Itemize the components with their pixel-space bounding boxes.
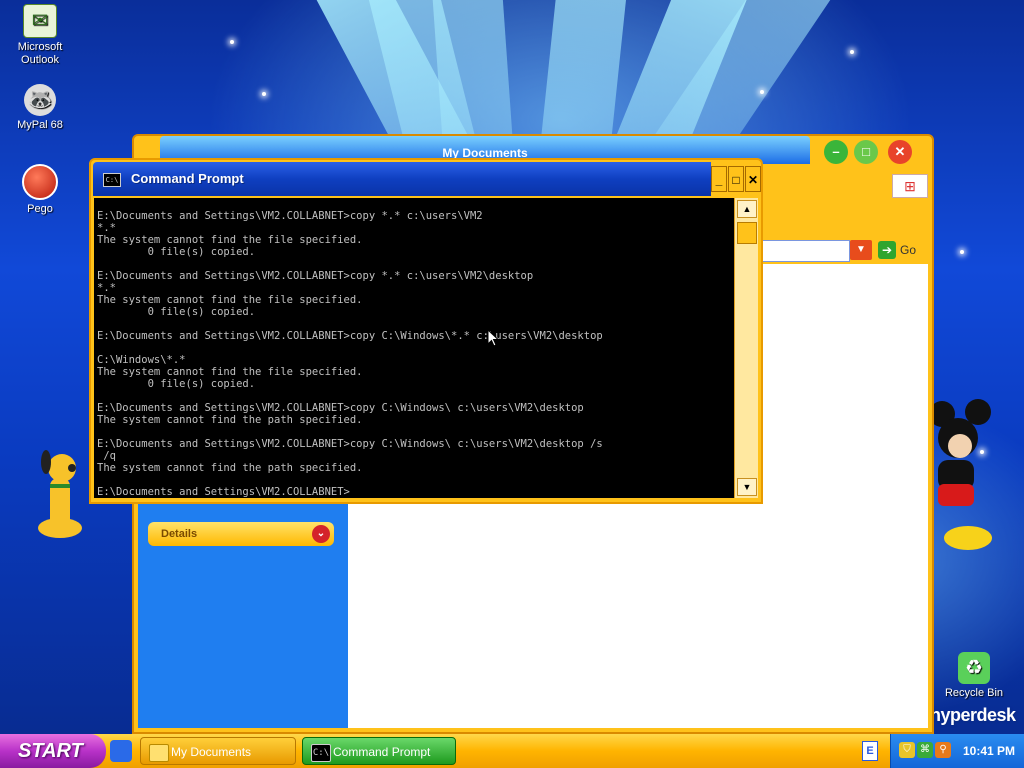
language-indicator[interactable]: E xyxy=(862,741,878,761)
close-button[interactable]: ✕ xyxy=(745,166,761,192)
pluto-character xyxy=(38,450,82,538)
console-line: E:\Documents and Settings\VM2.COLLABNET>… xyxy=(97,402,584,414)
system-tray: ⛉ ⌘ ⚲ 10:41 PM xyxy=(890,734,1024,768)
console-line: 0 file(s) copied. xyxy=(97,306,256,318)
taskbar: START My Documents C:\ Command Prompt E … xyxy=(0,734,1024,768)
search-icon[interactable]: ⚲ xyxy=(935,742,951,758)
start-button[interactable]: START xyxy=(0,734,106,768)
chevron-down-icon[interactable]: ⌄ xyxy=(312,525,330,543)
details-panel-header[interactable]: Details ⌄ xyxy=(148,522,334,546)
console-line: E:\Documents and Settings\VM2.COLLABNET> xyxy=(97,486,350,498)
go-arrow-icon: ➔ xyxy=(878,241,896,259)
console-line: 0 file(s) copied. xyxy=(97,246,256,258)
desktop-icon-recycle-bin[interactable]: ♻ Recycle Bin xyxy=(934,652,1014,700)
console-line: E:\Documents and Settings\VM2.COLLABNET>… xyxy=(97,330,603,342)
console-line: C:\Windows\*.* xyxy=(97,354,186,366)
taskbar-button-my-documents[interactable]: My Documents xyxy=(140,737,296,765)
mypal-icon: 🦝 xyxy=(24,84,56,116)
go-button[interactable]: ➔ Go xyxy=(878,240,928,260)
start-label: START xyxy=(18,740,83,762)
console-line: The system cannot find the path specifie… xyxy=(97,414,363,426)
desktop-icon-outlook[interactable]: ✉ Microsoft Outlook xyxy=(0,4,80,67)
address-bar[interactable] xyxy=(762,240,850,262)
taskbar-button-label: My Documents xyxy=(171,745,252,759)
taskbar-button-command-prompt[interactable]: C:\ Command Prompt xyxy=(302,737,456,765)
console-line: The system cannot find the file specifie… xyxy=(97,294,363,306)
scroll-down-icon[interactable]: ▼ xyxy=(737,478,757,496)
console-line: The system cannot find the file specifie… xyxy=(97,234,363,246)
console-line: /q xyxy=(97,450,116,462)
sparkle xyxy=(760,90,764,94)
vertical-scrollbar[interactable]: ▲ ▼ xyxy=(734,198,758,498)
scroll-up-icon[interactable]: ▲ xyxy=(737,200,757,218)
quick-launch-browser-icon[interactable] xyxy=(110,740,132,762)
windows-logo-icon: ⊞ xyxy=(892,174,928,198)
desktop-icon-label: Microsoft Outlook xyxy=(17,41,63,66)
console-line: E:\Documents and Settings\VM2.COLLABNET>… xyxy=(97,438,603,450)
go-label: Go xyxy=(900,243,917,257)
desktop-icon-mypal[interactable]: 🦝 MyPal 68 xyxy=(0,84,80,132)
taskbar-button-label: Command Prompt xyxy=(333,745,431,759)
sparkle xyxy=(850,50,854,54)
console-line: The system cannot find the file specifie… xyxy=(97,366,363,378)
cmd-icon: C:\ xyxy=(103,173,121,187)
minimize-button[interactable]: – xyxy=(824,140,848,164)
desktop-icon-label: MyPal 68 xyxy=(17,119,63,131)
console-line: E:\Documents and Settings\VM2.COLLABNET>… xyxy=(97,270,534,282)
scroll-thumb[interactable] xyxy=(737,222,757,244)
hyperdesk-logo: hyperdesk xyxy=(930,705,1016,725)
pego-icon xyxy=(22,164,58,200)
close-button[interactable]: ✕ xyxy=(888,140,912,164)
sparkle xyxy=(960,250,964,254)
console-line: The system cannot find the path specifie… xyxy=(97,462,363,474)
security-shield-icon[interactable]: ⛉ xyxy=(899,742,915,758)
desktop-icon-pego[interactable]: Pego xyxy=(0,164,80,216)
console-line: *.* xyxy=(97,222,116,234)
sparkle xyxy=(230,40,234,44)
mickey-character xyxy=(929,399,992,550)
folder-icon xyxy=(149,744,169,762)
desktop-icon-label: Recycle Bin xyxy=(944,687,1004,699)
network-icon[interactable]: ⌘ xyxy=(917,742,933,758)
console-line: 0 file(s) copied. xyxy=(97,378,256,390)
sparkle xyxy=(262,92,266,96)
command-prompt-window[interactable]: C:\ Command Prompt _ □ ✕ E:\Documents an… xyxy=(89,158,763,504)
window-title: Command Prompt xyxy=(131,171,244,186)
cmd-icon: C:\ xyxy=(311,744,331,762)
command-prompt-titlebar[interactable]: C:\ Command Prompt xyxy=(93,162,711,196)
maximize-button[interactable]: □ xyxy=(854,140,878,164)
recycle-bin-icon: ♻ xyxy=(958,652,990,684)
address-dropdown-icon[interactable]: ▼ xyxy=(850,240,872,260)
desktop-icon-label: Pego xyxy=(27,203,53,215)
console-line: E:\Documents and Settings\VM2.COLLABNET>… xyxy=(97,210,483,222)
console-output[interactable]: E:\Documents and Settings\VM2.COLLABNET>… xyxy=(94,198,734,498)
console-line: *.* xyxy=(97,282,116,294)
minimize-button[interactable]: _ xyxy=(711,166,727,192)
clock: 10:41 PM xyxy=(962,744,1015,758)
maximize-button[interactable]: □ xyxy=(728,166,744,192)
outlook-icon: ✉ xyxy=(23,4,57,38)
mouse-cursor-icon xyxy=(487,329,499,347)
details-label: Details xyxy=(161,528,198,540)
